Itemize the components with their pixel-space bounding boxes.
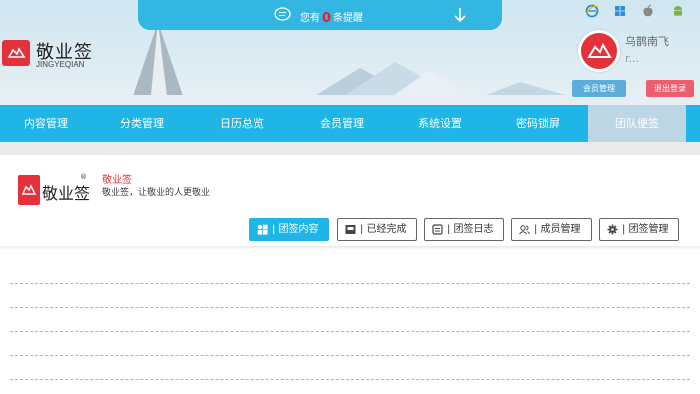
- notification-count: 0: [322, 11, 332, 26]
- notification-text: 您有 0 条提醒: [300, 9, 364, 26]
- grid-icon: [257, 224, 268, 235]
- header-banner: 您有 0 条提醒 敬业签 JINGYEQIAN 乌鹊南飞 r... 会员管理 退…: [0, 0, 700, 105]
- nav-item-password-lock[interactable]: 密码锁屏: [488, 105, 588, 142]
- notification-prefix: 您有: [300, 13, 320, 24]
- notification-bar[interactable]: 您有 0 条提醒: [138, 0, 502, 30]
- username: 乌鹊南飞: [625, 35, 669, 48]
- tab-label: | 成员管理: [534, 224, 581, 235]
- tab-label: | 已经完成: [360, 224, 407, 235]
- nav-item-member-manage[interactable]: 会员管理: [292, 105, 392, 142]
- tab-completed[interactable]: | 已经完成: [337, 218, 417, 241]
- chat-icon: [274, 7, 291, 21]
- empty-row-line: [10, 283, 690, 284]
- tab-team-manage[interactable]: | 团签管理: [599, 218, 679, 241]
- brand-logo-icon: [2, 40, 30, 66]
- user-id: r...: [625, 52, 640, 65]
- content-divider: [0, 246, 700, 250]
- team-title: 敬业签: [102, 175, 132, 186]
- notification-suffix: 条提醒: [333, 13, 364, 24]
- nav-item-category-manage[interactable]: 分类管理: [92, 105, 192, 142]
- nav-item-system-settings[interactable]: 系统设置: [392, 105, 488, 142]
- gear-icon: [607, 224, 618, 235]
- member-manage-button[interactable]: 会员管理: [572, 80, 626, 97]
- app-root: 您有 0 条提醒 敬业签 JINGYEQIAN 乌鹊南飞 r... 会员管理 退…: [0, 0, 700, 394]
- tab-label: | 团签内容: [272, 224, 319, 235]
- ie-icon[interactable]: [585, 4, 599, 18]
- tab-label: | 团签管理: [622, 224, 669, 235]
- nav-item-content-manage[interactable]: 内容管理: [0, 105, 92, 142]
- section-gap: [0, 142, 700, 155]
- team-subtitle: 敬业签，让敬业的人更敬业: [102, 188, 211, 198]
- brand-pinyin: JINGYEQIAN: [36, 60, 85, 69]
- android-icon[interactable]: [671, 4, 685, 18]
- empty-row-line: [10, 355, 690, 356]
- logout-button[interactable]: 退出登录: [646, 80, 694, 97]
- empty-row-line: [10, 307, 690, 308]
- arrow-down-icon[interactable]: [453, 7, 467, 23]
- users-icon: [519, 225, 530, 235]
- windows-icon[interactable]: [613, 4, 627, 18]
- empty-row-line: [10, 379, 690, 380]
- tab-member-manage[interactable]: | 成员管理: [511, 218, 592, 241]
- team-logo-icon: [18, 175, 40, 205]
- team-logo-text: 敬业签: [42, 184, 91, 203]
- nav-item-team-notes[interactable]: 团队便签: [588, 105, 686, 142]
- main-nav: 内容管理 分类管理 日历总览 会员管理 系统设置 密码锁屏 团队便签: [0, 105, 700, 142]
- log-icon: [432, 224, 443, 235]
- nav-item-calendar[interactable]: 日历总览: [192, 105, 292, 142]
- avatar[interactable]: [578, 30, 620, 72]
- tab-team-content[interactable]: | 团签内容: [249, 218, 329, 241]
- empty-row-line: [10, 331, 690, 332]
- registered-mark: ®: [80, 173, 87, 181]
- inbox-icon: [345, 225, 356, 234]
- tab-label: | 团签日志: [447, 224, 494, 235]
- apple-icon[interactable]: [641, 4, 655, 18]
- tab-team-log[interactable]: | 团签日志: [424, 218, 504, 241]
